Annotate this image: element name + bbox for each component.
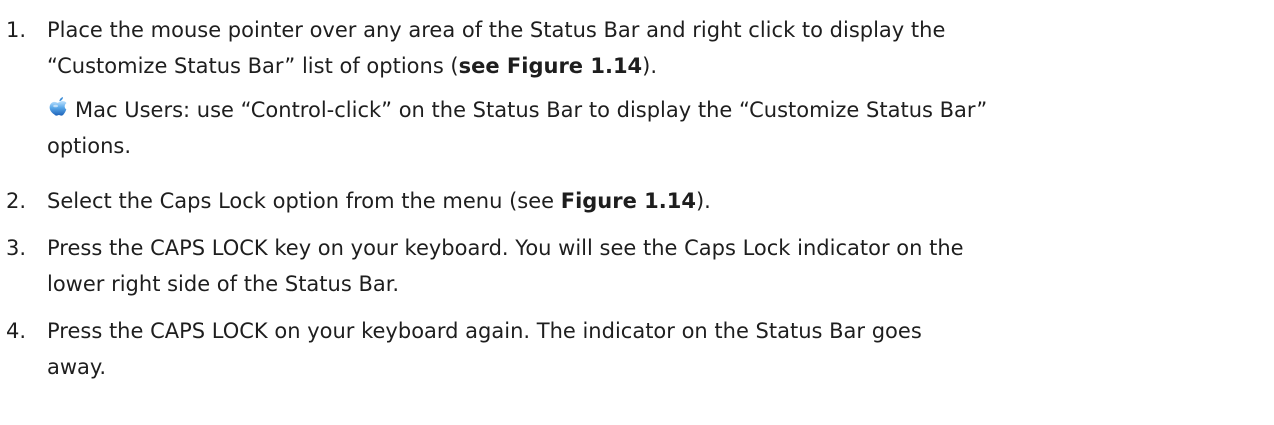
- step-text-line: away.: [47, 355, 107, 379]
- step-text: Place the mouse pointer over any area of…: [47, 12, 1267, 164]
- mac-note-text: Mac Users: use “Control-click” on the St…: [75, 98, 988, 122]
- step-text: Select the Caps Lock option from the men…: [47, 183, 1267, 219]
- step-text-line: Press the CAPS LOCK on your keyboard aga…: [47, 319, 922, 343]
- step-number: 4.: [6, 319, 27, 343]
- step-text-line: lower right side of the Status Bar.: [47, 272, 400, 296]
- text-run: “Customize Status Bar” list of options (: [47, 54, 459, 78]
- figure-reference: Figure 1.14: [560, 189, 696, 213]
- step-text-line: Press the CAPS LOCK key on your keyboard…: [47, 236, 964, 260]
- step-text-line: Select the Caps Lock option from the men…: [47, 183, 1267, 219]
- mac-note-text: options.: [47, 134, 132, 158]
- step-text: Press the CAPS LOCK key on your keyboard…: [47, 230, 1267, 302]
- figure-reference: see Figure 1.14: [458, 54, 643, 78]
- instruction-list: 1. Place the mouse pointer over any area…: [0, 0, 1274, 425]
- step-number: 1.: [6, 18, 27, 42]
- step-text: Press the CAPS LOCK on your keyboard aga…: [47, 313, 1267, 385]
- apple-logo-icon: [47, 94, 71, 120]
- text-run: ).: [695, 189, 711, 213]
- step-text-line: “Customize Status Bar” list of options (…: [47, 48, 1267, 84]
- step-number: 2.: [6, 189, 27, 213]
- step-text-line: Place the mouse pointer over any area of…: [47, 18, 946, 42]
- text-run: ).: [642, 54, 658, 78]
- mac-note: Mac Users: use “Control-click” on the St…: [47, 92, 1267, 128]
- text-run: Select the Caps Lock option from the men…: [47, 189, 561, 213]
- step-number: 3.: [6, 236, 27, 260]
